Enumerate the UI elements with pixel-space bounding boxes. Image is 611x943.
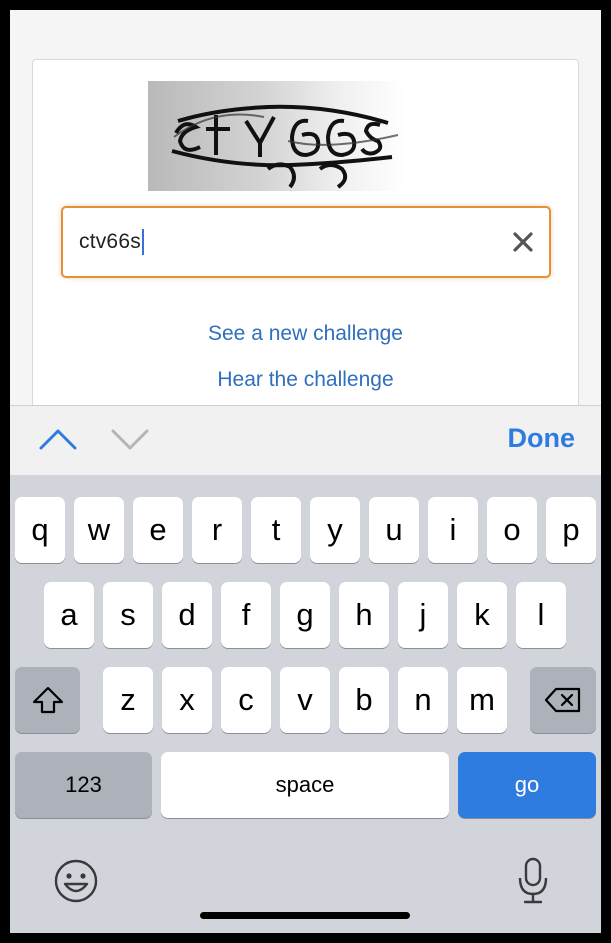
delete-key[interactable] bbox=[530, 667, 596, 733]
key-label: e bbox=[149, 512, 167, 547]
close-icon bbox=[513, 232, 533, 252]
go-key[interactable]: go bbox=[458, 752, 596, 818]
home-indicator[interactable] bbox=[200, 912, 410, 919]
key-e[interactable]: e bbox=[133, 497, 183, 563]
new-challenge-link[interactable]: See a new challenge bbox=[33, 322, 578, 346]
space-key[interactable]: space bbox=[161, 752, 449, 818]
key-j[interactable]: j bbox=[398, 582, 448, 648]
key-label: y bbox=[327, 512, 343, 547]
key-u[interactable]: u bbox=[369, 497, 419, 563]
key-label: b bbox=[355, 682, 373, 717]
key-v[interactable]: v bbox=[280, 667, 330, 733]
dictation-key[interactable] bbox=[510, 853, 556, 909]
key-label: z bbox=[120, 682, 136, 717]
key-label: o bbox=[503, 512, 521, 547]
key-label: m bbox=[469, 682, 495, 717]
key-s[interactable]: s bbox=[103, 582, 153, 648]
captcha-distorted-text bbox=[171, 104, 399, 189]
backspace-icon bbox=[544, 687, 581, 713]
chevron-down-icon bbox=[111, 429, 149, 450]
emoji-icon bbox=[54, 859, 98, 903]
hear-challenge-link[interactable]: Hear the challenge bbox=[33, 368, 578, 392]
key-label: g bbox=[296, 597, 314, 632]
key-label: k bbox=[474, 597, 490, 632]
shift-icon bbox=[32, 686, 63, 714]
key-r[interactable]: r bbox=[192, 497, 242, 563]
key-label: q bbox=[31, 512, 49, 547]
key-label: i bbox=[449, 512, 457, 547]
key-c[interactable]: c bbox=[221, 667, 271, 733]
captcha-answer-input[interactable]: ctv66s bbox=[61, 206, 551, 278]
web-page: ctv66s See a new challenge Hear the chal… bbox=[10, 10, 601, 419]
numbers-key[interactable]: 123 bbox=[15, 752, 152, 818]
done-button[interactable]: Done bbox=[508, 423, 576, 454]
clear-input-button[interactable] bbox=[511, 230, 535, 254]
key-label: d bbox=[178, 597, 196, 632]
key-label: a bbox=[60, 597, 78, 632]
key-label: j bbox=[419, 597, 427, 632]
keyboard-accessory-bar: Done bbox=[10, 405, 601, 475]
key-label: l bbox=[537, 597, 545, 632]
key-label: r bbox=[211, 512, 223, 547]
key-label: p bbox=[562, 512, 580, 547]
key-d[interactable]: d bbox=[162, 582, 212, 648]
captcha-card: ctv66s See a new challenge Hear the chal… bbox=[32, 59, 579, 419]
key-x[interactable]: x bbox=[162, 667, 212, 733]
key-t[interactable]: t bbox=[251, 497, 301, 563]
captcha-answer-value: ctv66s bbox=[79, 230, 141, 253]
key-m[interactable]: m bbox=[457, 667, 507, 733]
key-z[interactable]: z bbox=[103, 667, 153, 733]
key-label: u bbox=[385, 512, 403, 547]
key-h[interactable]: h bbox=[339, 582, 389, 648]
text-caret bbox=[141, 229, 144, 255]
phone-screen: ctv66s See a new challenge Hear the chal… bbox=[10, 10, 601, 933]
key-label: n bbox=[414, 682, 432, 717]
emoji-key[interactable] bbox=[50, 855, 102, 907]
key-q[interactable]: q bbox=[15, 497, 65, 563]
key-a[interactable]: a bbox=[44, 582, 94, 648]
key-b[interactable]: b bbox=[339, 667, 389, 733]
key-label: f bbox=[241, 597, 251, 632]
shift-key[interactable] bbox=[15, 667, 80, 733]
key-w[interactable]: w bbox=[74, 497, 124, 563]
key-label: v bbox=[297, 682, 313, 717]
key-n[interactable]: n bbox=[398, 667, 448, 733]
key-label: s bbox=[120, 597, 136, 632]
key-label: c bbox=[238, 682, 254, 717]
key-g[interactable]: g bbox=[280, 582, 330, 648]
captcha-image bbox=[148, 81, 406, 191]
key-y[interactable]: y bbox=[310, 497, 360, 563]
key-l[interactable]: l bbox=[516, 582, 566, 648]
chevron-up-icon bbox=[39, 429, 77, 450]
previous-field-button[interactable] bbox=[38, 426, 78, 452]
key-label: x bbox=[179, 682, 195, 717]
key-label: w bbox=[87, 512, 111, 547]
key-k[interactable]: k bbox=[457, 582, 507, 648]
key-label: h bbox=[355, 597, 373, 632]
key-o[interactable]: o bbox=[487, 497, 537, 563]
key-f[interactable]: f bbox=[221, 582, 271, 648]
key-i[interactable]: i bbox=[428, 497, 478, 563]
key-p[interactable]: p bbox=[546, 497, 596, 563]
key-label: t bbox=[271, 512, 281, 547]
on-screen-keyboard: q w e r t y u i o p a s d f g h j k l z x c v b n m 123 space g… bbox=[10, 475, 601, 933]
next-field-button[interactable] bbox=[110, 426, 150, 452]
microphone-icon bbox=[518, 857, 548, 904]
